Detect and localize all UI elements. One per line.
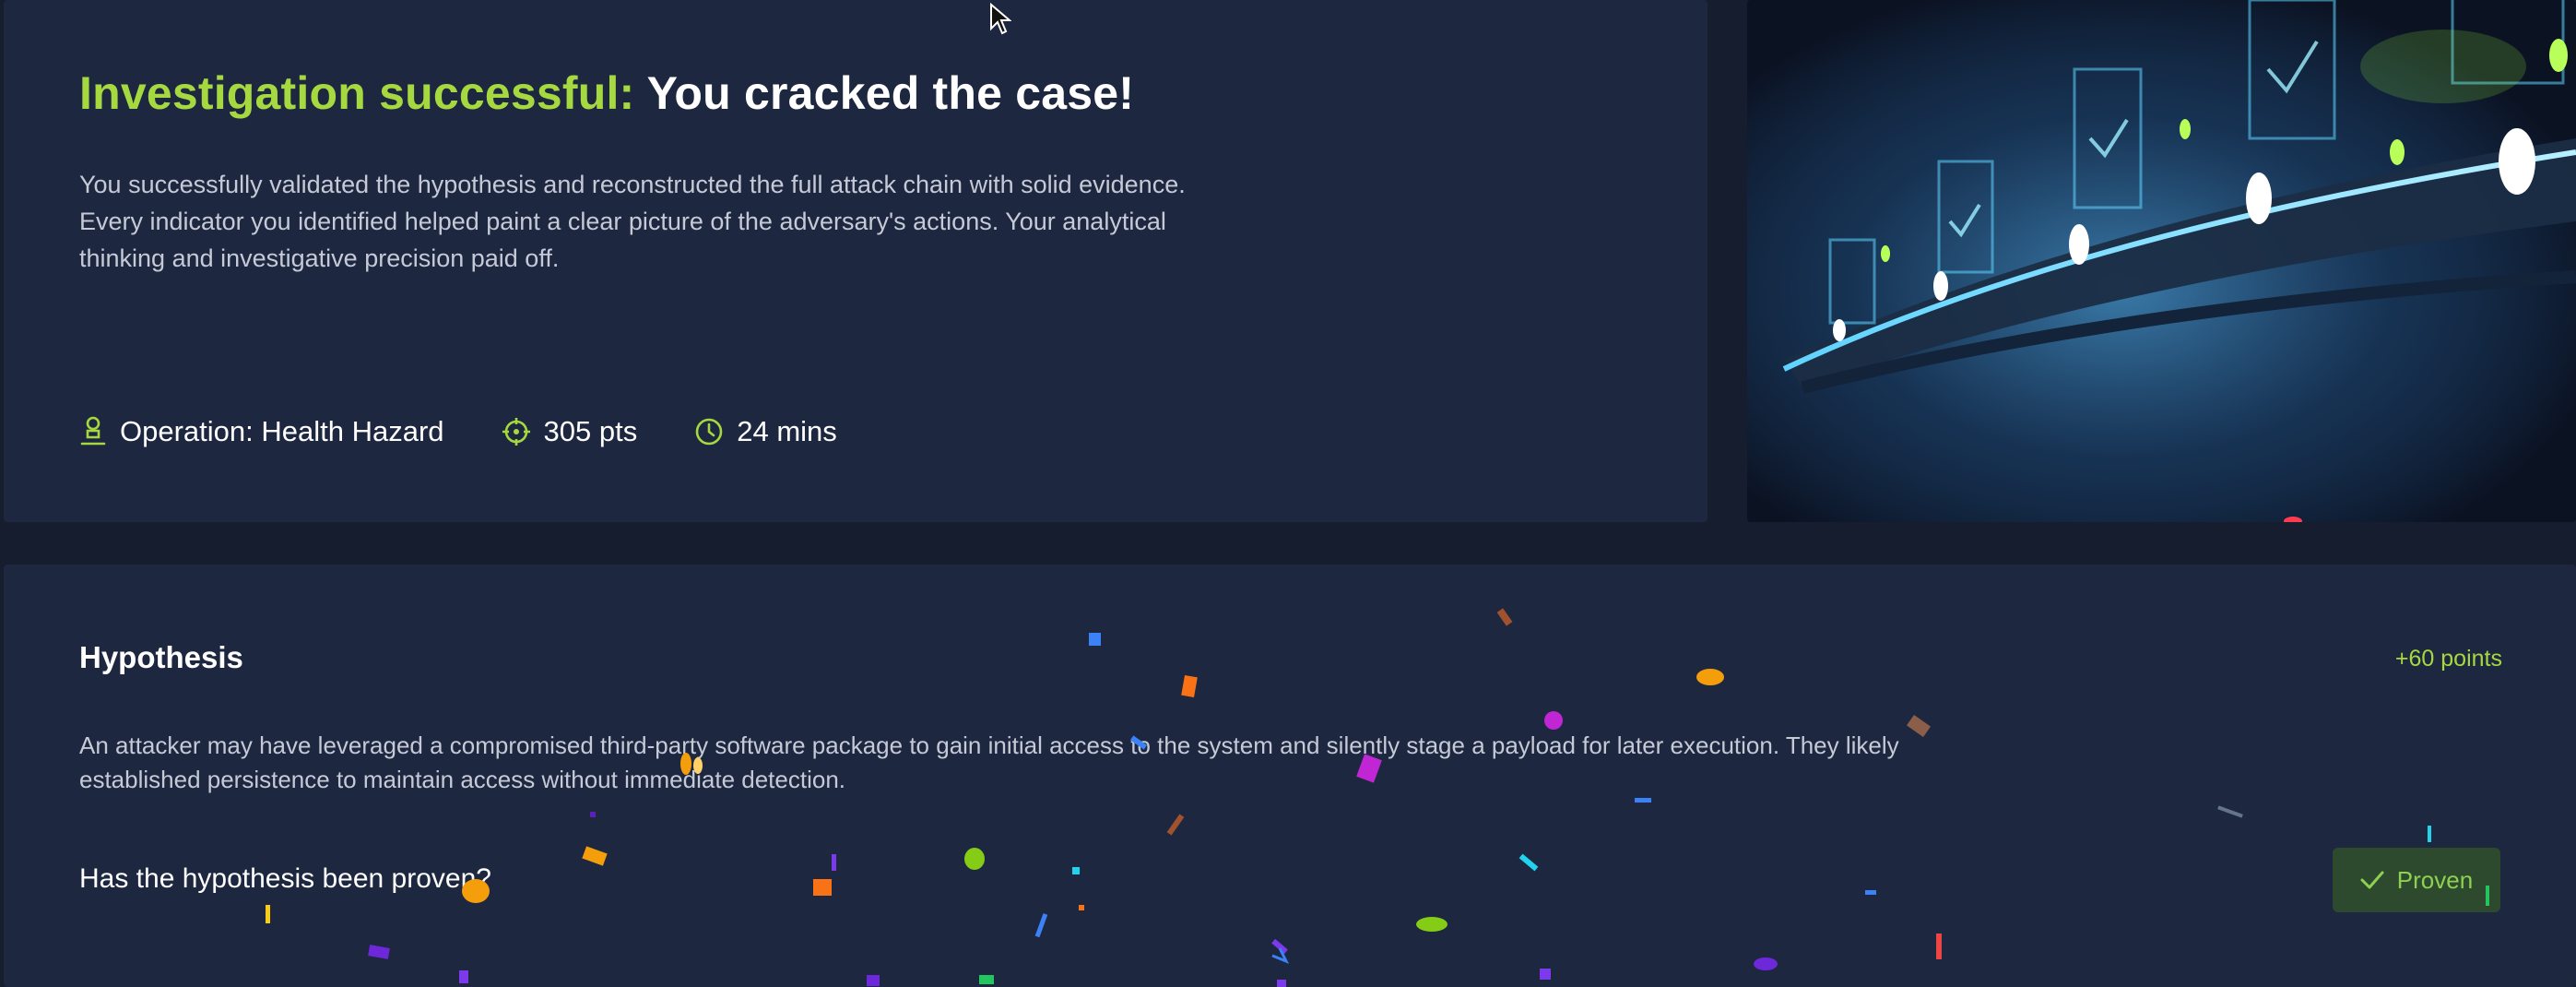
clock-icon — [695, 418, 723, 446]
points-label: 305 pts — [543, 415, 638, 447]
duration-label: 24 mins — [737, 415, 837, 447]
badge-person-icon — [80, 416, 106, 446]
checkmark-icon — [2360, 871, 2384, 889]
headline-rest: You cracked the case! — [646, 67, 1135, 119]
duration-info: 24 mins — [694, 415, 837, 448]
mouse-cursor-icon — [990, 3, 1011, 35]
operation-info: Operation: Health Hazard — [79, 415, 444, 448]
result-meta: Operation: Health Hazard 305 pts 24 mins — [79, 415, 894, 448]
points-info: 305 pts — [502, 415, 638, 448]
result-summary: You successfully validated the hypothesi… — [79, 171, 1186, 272]
hypothesis-points: +60 points — [2394, 646, 2502, 672]
success-illustration — [1747, 0, 2576, 522]
hypothesis-title: Hypothesis — [79, 640, 243, 674]
headline-accent: Investigation successful: — [79, 67, 635, 119]
result-headline: Investigation successful: You cracked th… — [79, 66, 1134, 120]
proof-question: Has the hypothesis been proven? — [79, 863, 491, 894]
operation-label: Operation: Health Hazard — [120, 415, 444, 447]
proven-label: Proven — [2396, 865, 2474, 894]
crosshair-icon — [502, 418, 530, 446]
hypothesis-text: An attacker may have leveraged a comprom… — [79, 731, 1899, 793]
proven-button[interactable]: Proven — [2333, 848, 2500, 912]
